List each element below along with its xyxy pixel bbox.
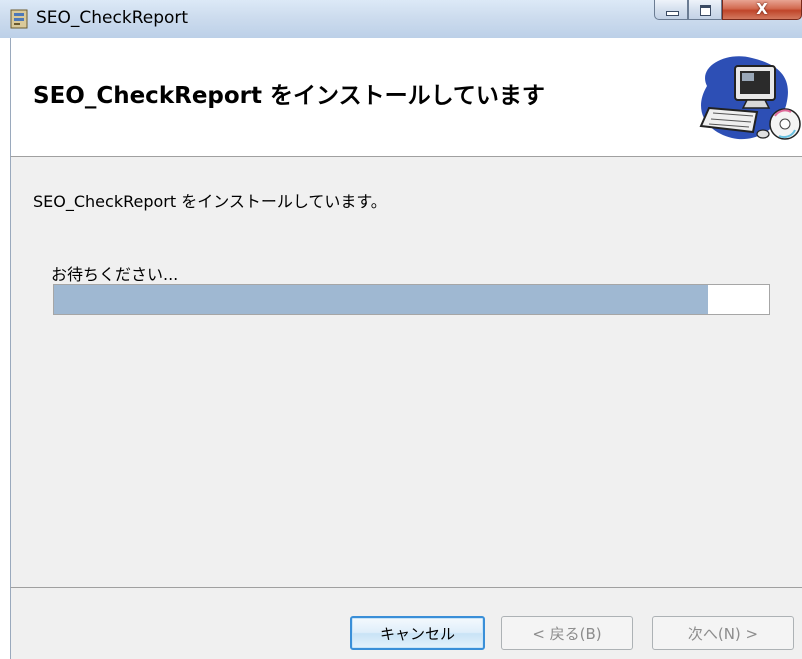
progress-bar xyxy=(53,284,770,315)
header-banner: SEO_CheckReport をインストールしています xyxy=(10,38,802,157)
window-title: SEO_CheckReport xyxy=(36,8,189,28)
caption-buttons: X xyxy=(652,0,802,22)
page-title: SEO_CheckReport をインストールしています xyxy=(33,83,545,109)
button-bar: キャンセル < 戻る(B) 次へ(N) > xyxy=(10,587,802,659)
minimize-button[interactable] xyxy=(654,0,688,20)
close-button[interactable]: X xyxy=(722,0,802,20)
computer-install-icon xyxy=(699,56,801,140)
title-bar[interactable]: SEO_CheckReport X xyxy=(0,0,802,38)
next-button[interactable]: 次へ(N) > xyxy=(652,616,794,650)
close-icon: X xyxy=(756,0,768,18)
cancel-button[interactable]: キャンセル xyxy=(350,616,485,650)
progress-bar-fill xyxy=(54,285,709,314)
maximize-button[interactable] xyxy=(688,0,722,20)
back-button[interactable]: < 戻る(B) xyxy=(501,616,633,650)
maximize-icon xyxy=(689,0,721,19)
content-area: SEO_CheckReport をインストールしています。 お待ちください... xyxy=(10,157,802,587)
minimize-icon xyxy=(655,0,687,19)
wait-label: お待ちください... xyxy=(51,265,179,284)
installer-icon xyxy=(10,9,28,29)
status-message: SEO_CheckReport をインストールしています。 xyxy=(33,192,387,211)
